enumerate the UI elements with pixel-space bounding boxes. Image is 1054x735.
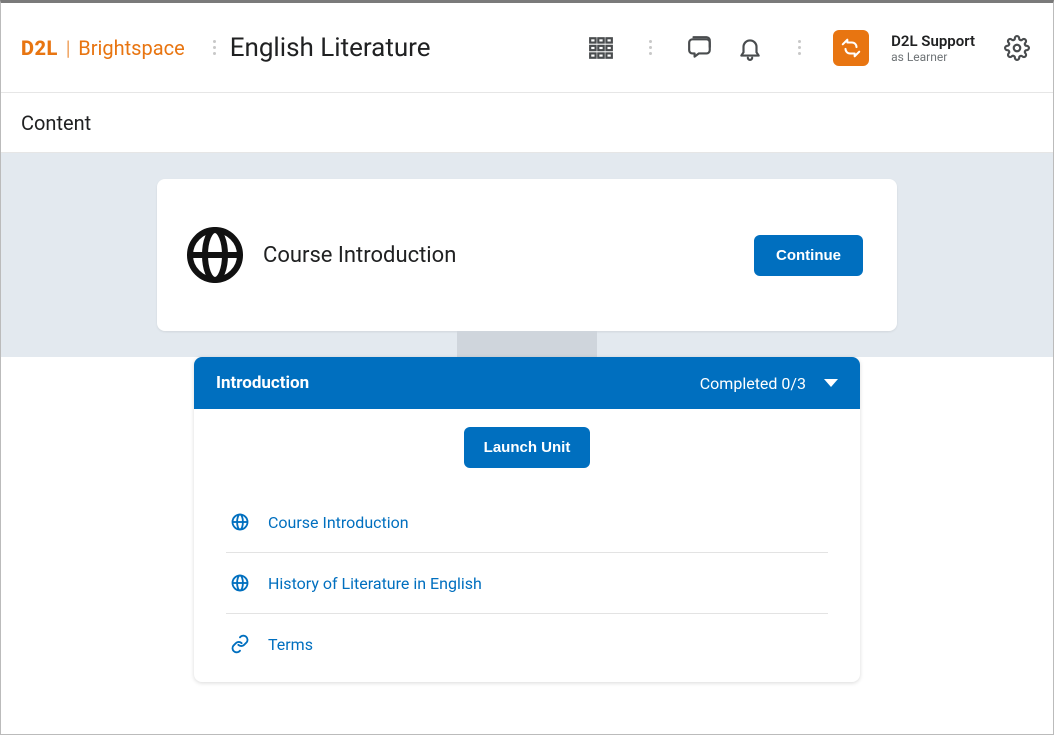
unit-header[interactable]: Introduction Completed 0/3 xyxy=(194,357,860,409)
user-menu[interactable]: D2L Support as Learner xyxy=(891,32,975,64)
logo-brightspace-text: Brightspace xyxy=(78,36,184,60)
unit-item[interactable]: Course Introduction xyxy=(226,492,828,553)
unit-title: Introduction xyxy=(216,373,309,393)
main-area: Introduction Completed 0/3 Launch Unit C… xyxy=(1,357,1053,722)
course-title: English Literature xyxy=(230,33,431,63)
globe-icon xyxy=(230,573,250,593)
globe-icon xyxy=(230,512,250,532)
continue-button[interactable]: Continue xyxy=(754,235,863,276)
impersonate-icon[interactable] xyxy=(833,30,869,66)
card-connector xyxy=(457,331,597,357)
globe-icon xyxy=(185,225,245,285)
nav-divider-icon xyxy=(649,40,652,55)
unit-item-label: Terms xyxy=(268,635,313,654)
unit-item-label: History of Literature in English xyxy=(268,574,482,593)
launch-unit-button[interactable]: Launch Unit xyxy=(464,427,591,468)
intro-title: Course Introduction xyxy=(263,243,456,268)
unit-item-list: Course Introduction History of Literatur… xyxy=(216,492,838,674)
unit-item-label: Course Introduction xyxy=(268,513,409,532)
messages-icon[interactable] xyxy=(684,32,716,64)
intro-card: Course Introduction Continue xyxy=(157,179,897,331)
hero-band: Course Introduction Continue xyxy=(1,153,1053,357)
subnav-content[interactable]: Content xyxy=(21,111,91,135)
nav-divider-icon xyxy=(798,40,801,55)
link-icon xyxy=(230,634,250,654)
nav-divider-icon xyxy=(213,40,216,55)
chevron-down-icon xyxy=(824,379,838,387)
settings-gear-icon[interactable] xyxy=(1001,32,1033,64)
apps-grid-icon[interactable] xyxy=(585,32,617,64)
notifications-icon[interactable] xyxy=(734,32,766,64)
logo-separator: | xyxy=(66,36,70,60)
unit-completed-count: Completed 0/3 xyxy=(700,374,806,393)
course-subnav: Content xyxy=(1,93,1053,153)
top-nav: D2L | Brightspace English Literature xyxy=(1,3,1053,93)
unit-card: Introduction Completed 0/3 Launch Unit C… xyxy=(194,357,860,682)
nav-icon-group: D2L Support as Learner xyxy=(585,30,1033,66)
unit-item[interactable]: History of Literature in English xyxy=(226,553,828,614)
brand-logo[interactable]: D2L | Brightspace xyxy=(21,36,185,60)
unit-item[interactable]: Terms xyxy=(226,614,828,674)
unit-body: Launch Unit Course Introduction History … xyxy=(194,409,860,682)
user-role: as Learner xyxy=(891,50,975,64)
user-name: D2L Support xyxy=(891,32,975,50)
logo-d2l-text: D2L xyxy=(21,36,58,60)
